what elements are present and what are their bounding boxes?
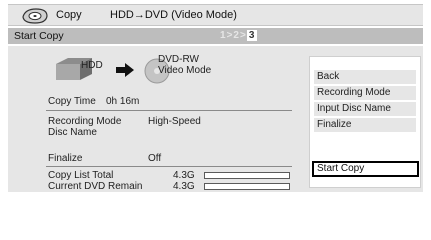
current-dvd-remain-bar [204, 183, 290, 190]
target-line-2: Video Mode [158, 65, 212, 76]
divider [46, 110, 292, 111]
header-mode: HDD→DVD (Video Mode) [110, 9, 237, 21]
copy-screen: Copy HDD→DVD (Video Mode) Start Copy 1>2… [0, 0, 431, 201]
current-dvd-remain-value: 4.3G [173, 181, 195, 192]
step-bar: Start Copy 1>2> 3 [8, 28, 423, 44]
copy-time-label: Copy Time [48, 96, 96, 107]
source-label: HDD [81, 60, 103, 71]
back-button[interactable]: Back [314, 70, 416, 84]
step-separator-icon: > [239, 30, 247, 41]
step-3-current: 3 [246, 30, 258, 41]
step-title: Start Copy [14, 30, 64, 42]
copy-list-total-label: Copy List Total [48, 170, 114, 181]
recording-mode-value: High-Speed [148, 116, 201, 127]
finalize-label: Finalize [48, 153, 83, 164]
header-bar: Copy HDD→DVD (Video Mode) [8, 4, 423, 26]
start-copy-button[interactable]: Start Copy [312, 161, 419, 177]
target-line-1: DVD-RW [158, 54, 199, 65]
finalize-value: Off [148, 153, 162, 164]
dvd-disc-icon [22, 8, 48, 24]
copy-list-total-bar [204, 172, 290, 179]
arrow-right-icon [116, 63, 134, 77]
recording-mode-label: Recording Mode [48, 116, 122, 127]
input-disc-name-button[interactable]: Input Disc Name [314, 102, 416, 116]
divider [46, 166, 292, 167]
copy-time-value: 0h 16m [106, 96, 140, 107]
menu-panel: Back Recording Mode Input Disc Name Fina… [309, 56, 421, 188]
disc-name-label: Disc Name [48, 127, 97, 138]
copy-list-total-value: 4.3G [173, 170, 195, 181]
step-indicator: 1>2> 3 [220, 30, 258, 41]
finalize-button[interactable]: Finalize [314, 118, 416, 132]
header-title: Copy [56, 9, 82, 21]
current-dvd-remain-label: Current DVD Remain [48, 181, 143, 192]
recording-mode-button[interactable]: Recording Mode [314, 86, 416, 100]
main-area: HDD DVD-RW Video Mode Copy Time 0h 16m R… [8, 46, 423, 192]
